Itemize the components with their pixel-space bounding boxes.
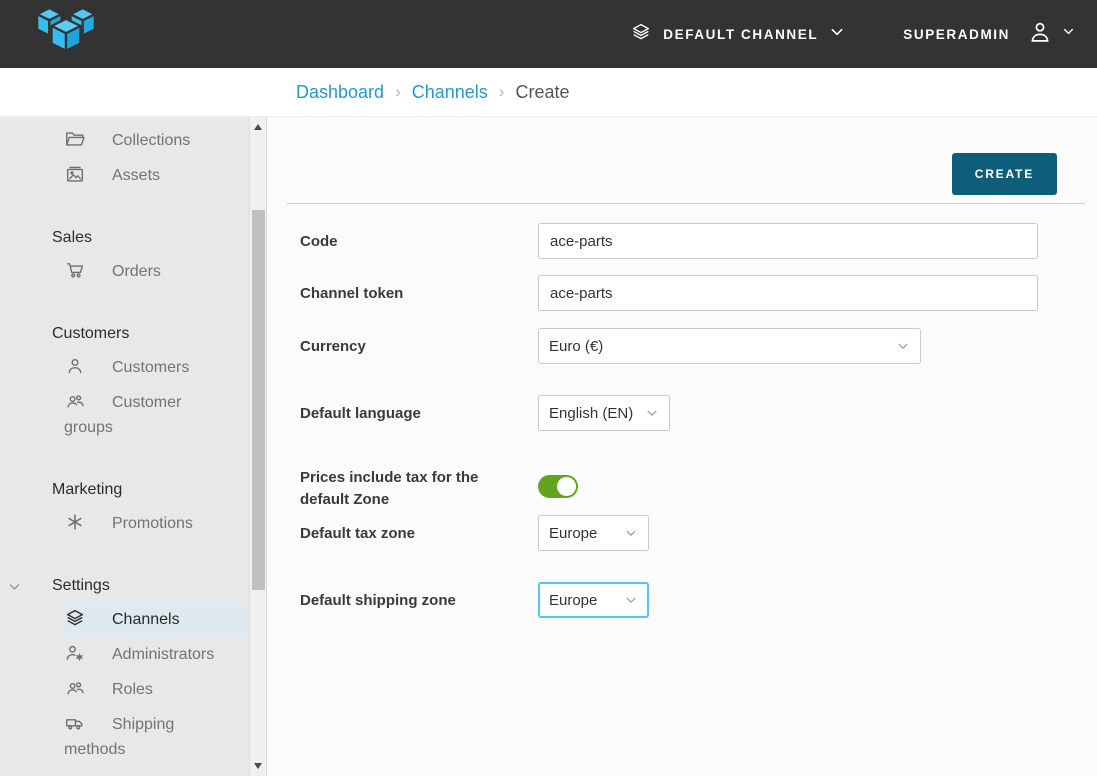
- sidebar-section-sales: Sales: [0, 225, 248, 250]
- folder-icon: [64, 128, 86, 150]
- scroll-down-arrow-icon[interactable]: [254, 763, 262, 769]
- sidebar-item-label: Orders: [112, 263, 161, 280]
- toggle-knob: [557, 477, 576, 496]
- layers-icon: [630, 21, 652, 48]
- default-shipping-zone-select[interactable]: Europe: [538, 582, 649, 618]
- vendure-logo[interactable]: [28, 5, 104, 63]
- sidebar-item-label: Promotions: [112, 515, 193, 532]
- sidebar-item-payment[interactable]: Payment: [0, 767, 248, 776]
- sidebar-scrollbar[interactable]: [249, 117, 266, 776]
- channel-token-label: Channel token: [300, 275, 538, 311]
- scrollbar-thumb[interactable]: [252, 210, 265, 590]
- topbar-right: DEFAULT CHANNEL SUPERADMIN: [630, 19, 1097, 50]
- sidebar-item-label: Channels: [112, 611, 180, 628]
- sidebar-item-customers[interactable]: Customers: [0, 350, 248, 385]
- layers-icon: [64, 607, 86, 629]
- users-icon: [64, 390, 86, 412]
- channel-token-input[interactable]: [538, 275, 1038, 311]
- topbar: DEFAULT CHANNEL SUPERADMIN: [0, 0, 1097, 68]
- code-input[interactable]: [538, 223, 1038, 259]
- divider: [287, 203, 1085, 204]
- vendure-cube-logo-icon: [28, 5, 104, 63]
- users-icon: [64, 677, 86, 699]
- default-tax-zone-label: Default tax zone: [300, 515, 538, 551]
- currency-select[interactable]: Euro (€): [538, 328, 921, 364]
- sidebar-item-label: Roles: [112, 681, 153, 698]
- credit-card-icon: [64, 772, 86, 776]
- currency-label: Currency: [300, 328, 538, 364]
- user-gear-icon: [64, 642, 86, 664]
- sidebar-item-promotions[interactable]: Promotions: [0, 506, 248, 541]
- sidebar-item-label: Administrators: [112, 646, 214, 663]
- breadcrumb-separator: ›: [395, 82, 401, 102]
- currency-row: Currency Euro (€): [300, 328, 1085, 364]
- breadcrumb-channels[interactable]: Channels: [412, 82, 488, 103]
- channel-switcher-label: DEFAULT CHANNEL: [663, 27, 818, 42]
- chevron-down-icon: [624, 526, 638, 540]
- default-shipping-zone-label: Default shipping zone: [300, 582, 538, 618]
- default-shipping-zone-row: Default shipping zone Europe: [300, 582, 1085, 618]
- prices-include-tax-label: Prices include tax for the default Zone: [300, 467, 538, 511]
- asterisk-icon: [64, 511, 86, 533]
- sidebar-item-assets[interactable]: Assets: [0, 158, 248, 193]
- sidebar: Collections Assets Sales Orders: [0, 117, 267, 776]
- sidebar-item-shipping-methods[interactable]: Shipping methods: [0, 707, 248, 767]
- sidebar-item-label: Customers: [112, 359, 189, 376]
- channel-create-form: Code Channel token Currency Euro (€) Def…: [287, 223, 1085, 618]
- sidebar-item-administrators[interactable]: Administrators: [0, 637, 248, 672]
- cart-icon: [64, 259, 86, 281]
- sidebar-section-settings[interactable]: Settings: [0, 573, 248, 598]
- truck-icon: [64, 712, 86, 734]
- sidebar-section-customers: Customers: [0, 321, 248, 346]
- sidebar-item-customer-groups[interactable]: Customer groups: [0, 385, 248, 445]
- breadcrumb-separator: ›: [499, 82, 505, 102]
- default-language-select[interactable]: English (EN): [538, 395, 670, 431]
- chevron-down-icon: [896, 339, 910, 353]
- create-button[interactable]: CREATE: [952, 153, 1057, 195]
- sidebar-item-orders[interactable]: Orders: [0, 254, 248, 289]
- sidebar-section-marketing: Marketing: [0, 477, 248, 502]
- channel-token-row: Channel token: [300, 275, 1085, 311]
- image-icon: [64, 163, 86, 185]
- code-label: Code: [300, 223, 538, 259]
- sidebar-item-label: Assets: [112, 167, 160, 184]
- user-icon: [64, 355, 86, 377]
- sidebar-item-roles[interactable]: Roles: [0, 672, 248, 707]
- code-row: Code: [300, 223, 1085, 259]
- breadcrumb-create: Create: [515, 82, 569, 103]
- chevron-down-icon: [829, 24, 845, 45]
- user-icon: [1027, 19, 1053, 50]
- sidebar-item-collections[interactable]: Collections: [0, 123, 248, 158]
- chevron-down-icon: [8, 580, 21, 593]
- chevron-down-icon: [645, 406, 659, 420]
- chevron-down-icon: [1062, 25, 1075, 43]
- breadcrumb-dashboard[interactable]: Dashboard: [296, 82, 384, 103]
- user-menu[interactable]: SUPERADMIN: [903, 19, 1075, 50]
- prices-include-tax-row: Prices include tax for the default Zone: [300, 467, 1085, 511]
- default-language-row: Default language English (EN): [300, 395, 1085, 431]
- channel-switcher[interactable]: DEFAULT CHANNEL: [630, 21, 845, 48]
- chevron-down-icon: [624, 593, 638, 607]
- scroll-up-arrow-icon[interactable]: [254, 124, 262, 130]
- main-content: CREATE Code Channel token Currency Euro …: [267, 117, 1097, 776]
- breadcrumb: Dashboard › Channels › Create: [0, 68, 1097, 117]
- default-tax-zone-row: Default tax zone Europe: [300, 515, 1085, 551]
- prices-include-tax-toggle[interactable]: [538, 475, 578, 498]
- default-language-label: Default language: [300, 395, 538, 431]
- user-menu-label: SUPERADMIN: [903, 27, 1010, 42]
- sidebar-item-label: Collections: [112, 132, 190, 149]
- sidebar-item-channels[interactable]: Channels: [64, 602, 248, 637]
- default-tax-zone-select[interactable]: Europe: [538, 515, 649, 551]
